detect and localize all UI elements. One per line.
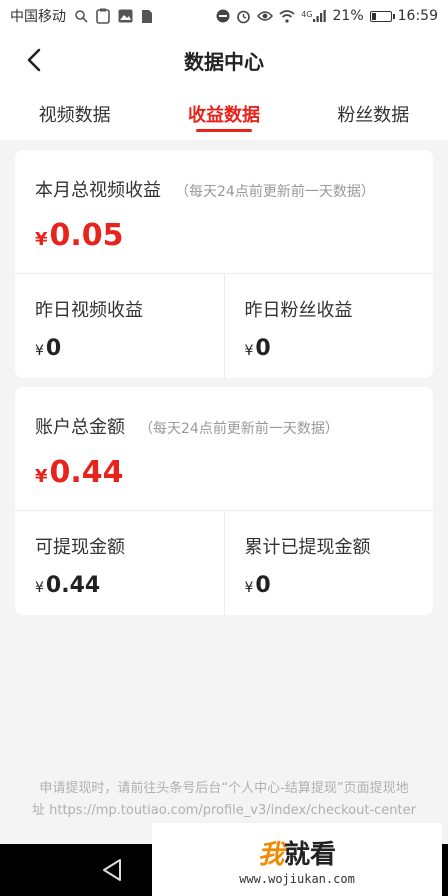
cell-label: 可提现金额: [35, 537, 125, 558]
signal-icon: 4G: [301, 10, 326, 22]
instructions-line-1: 申请提现时，请前往头条号后台“个人中心-结算提现”页面提现地: [39, 781, 409, 796]
monthly-earnings-title: 本月总视频收益: [35, 180, 161, 201]
tab-video-data[interactable]: 视频数据: [0, 88, 149, 140]
chevron-left-icon: [27, 48, 41, 72]
amount-value: 0: [255, 573, 271, 598]
yesterday-video-earnings: 昨日视频收益 ¥ 0: [15, 274, 224, 378]
watermark-url: www.wojiukan.com: [239, 871, 355, 886]
eye-comfort-icon: [257, 10, 274, 22]
tab-label: 视频数据: [38, 105, 111, 126]
withdrawable-amount: 可提现金额 ¥ 0.44: [15, 511, 224, 615]
battery-icon: [369, 10, 395, 22]
currency-symbol: ¥: [35, 229, 48, 250]
instructions-line-2: 址 https://mp.toutiao.com/profile_v3/inde…: [31, 803, 416, 818]
header: 数据中心: [0, 32, 448, 88]
tab-bar: 视频数据 收益数据 粉丝数据: [0, 88, 448, 140]
currency-symbol: ¥: [35, 580, 44, 596]
account-balance-card: 账户总金额 （每天24点前更新前一天数据） ¥ 0.44 可提现金额 ¥ 0.4…: [15, 387, 433, 615]
carrier-label: 中国移动: [10, 9, 66, 25]
amount-value: 0.05: [49, 218, 124, 253]
do-not-disturb-icon: [216, 9, 230, 23]
amount-value: 0.44: [49, 455, 124, 490]
tab-earnings-data[interactable]: 收益数据: [149, 88, 298, 140]
withdrawal-instructions: 申请提现时，请前往头条号后台“个人中心-结算提现”页面提现地 址 https:/…: [0, 778, 448, 822]
currency-symbol: ¥: [244, 580, 254, 596]
cell-value: ¥ 0.44: [35, 573, 204, 598]
network-type-label: 4G: [301, 10, 313, 19]
alarm-icon: [236, 9, 251, 24]
cell-value: ¥ 0: [35, 336, 204, 361]
watermark-chars: 就看: [284, 839, 337, 870]
search-icon: [74, 9, 88, 23]
image-icon: [118, 9, 133, 23]
currency-symbol: ¥: [35, 466, 48, 487]
update-note: （每天24点前更新前一天数据）: [175, 184, 375, 200]
monthly-earnings-summary: 本月总视频收益 （每天24点前更新前一天数据） ¥ 0.05: [15, 150, 433, 274]
account-balance-summary: 账户总金额 （每天24点前更新前一天数据） ¥ 0.44: [15, 387, 433, 511]
back-button[interactable]: [18, 44, 50, 76]
watermark-logo: 我 就看: [258, 834, 336, 871]
cell-label: 昨日粉丝收益: [244, 300, 353, 321]
amount-value: 0.44: [45, 573, 101, 598]
battery-percent: 21%: [332, 8, 364, 24]
clipboard-icon: [96, 8, 110, 24]
page-title: 数据中心: [184, 49, 264, 74]
yesterday-fans-earnings: 昨日粉丝收益 ¥ 0: [223, 274, 434, 378]
clock-time: 16:59: [397, 8, 438, 24]
currency-symbol: ¥: [35, 343, 44, 359]
tab-fans-data[interactable]: 粉丝数据: [299, 88, 448, 140]
currency-symbol: ¥: [244, 343, 254, 359]
status-bar: 中国移动 4G 21% 16:59: [0, 0, 448, 32]
total-withdrawn-amount: 累计已提现金额 ¥ 0: [223, 511, 434, 615]
tab-label: 收益数据: [187, 105, 260, 126]
watermark-char-1: 我: [257, 839, 284, 870]
tab-label: 粉丝数据: [337, 105, 410, 126]
cell-value: ¥ 0: [245, 336, 414, 361]
update-note: （每天24点前更新前一天数据）: [139, 421, 339, 437]
active-tab-indicator: [195, 129, 252, 132]
nav-back-icon[interactable]: [98, 856, 126, 884]
amount-value: 0: [45, 336, 62, 361]
site-watermark: 我 就看 www.wojiukan.com: [152, 823, 442, 896]
cell-value: ¥ 0: [245, 573, 414, 598]
account-balance-amount: ¥ 0.44: [35, 455, 413, 490]
cell-label: 累计已提现金额: [244, 537, 371, 558]
wifi-icon: [279, 9, 295, 23]
monthly-earnings-card: 本月总视频收益 （每天24点前更新前一天数据） ¥ 0.05 昨日视频收益 ¥ …: [15, 150, 433, 378]
amount-value: 0: [255, 336, 271, 361]
cell-label: 昨日视频收益: [35, 300, 143, 321]
sim-card-icon: [141, 9, 153, 24]
monthly-earnings-amount: ¥ 0.05: [35, 218, 413, 253]
account-balance-title: 账户总金额: [35, 417, 125, 438]
